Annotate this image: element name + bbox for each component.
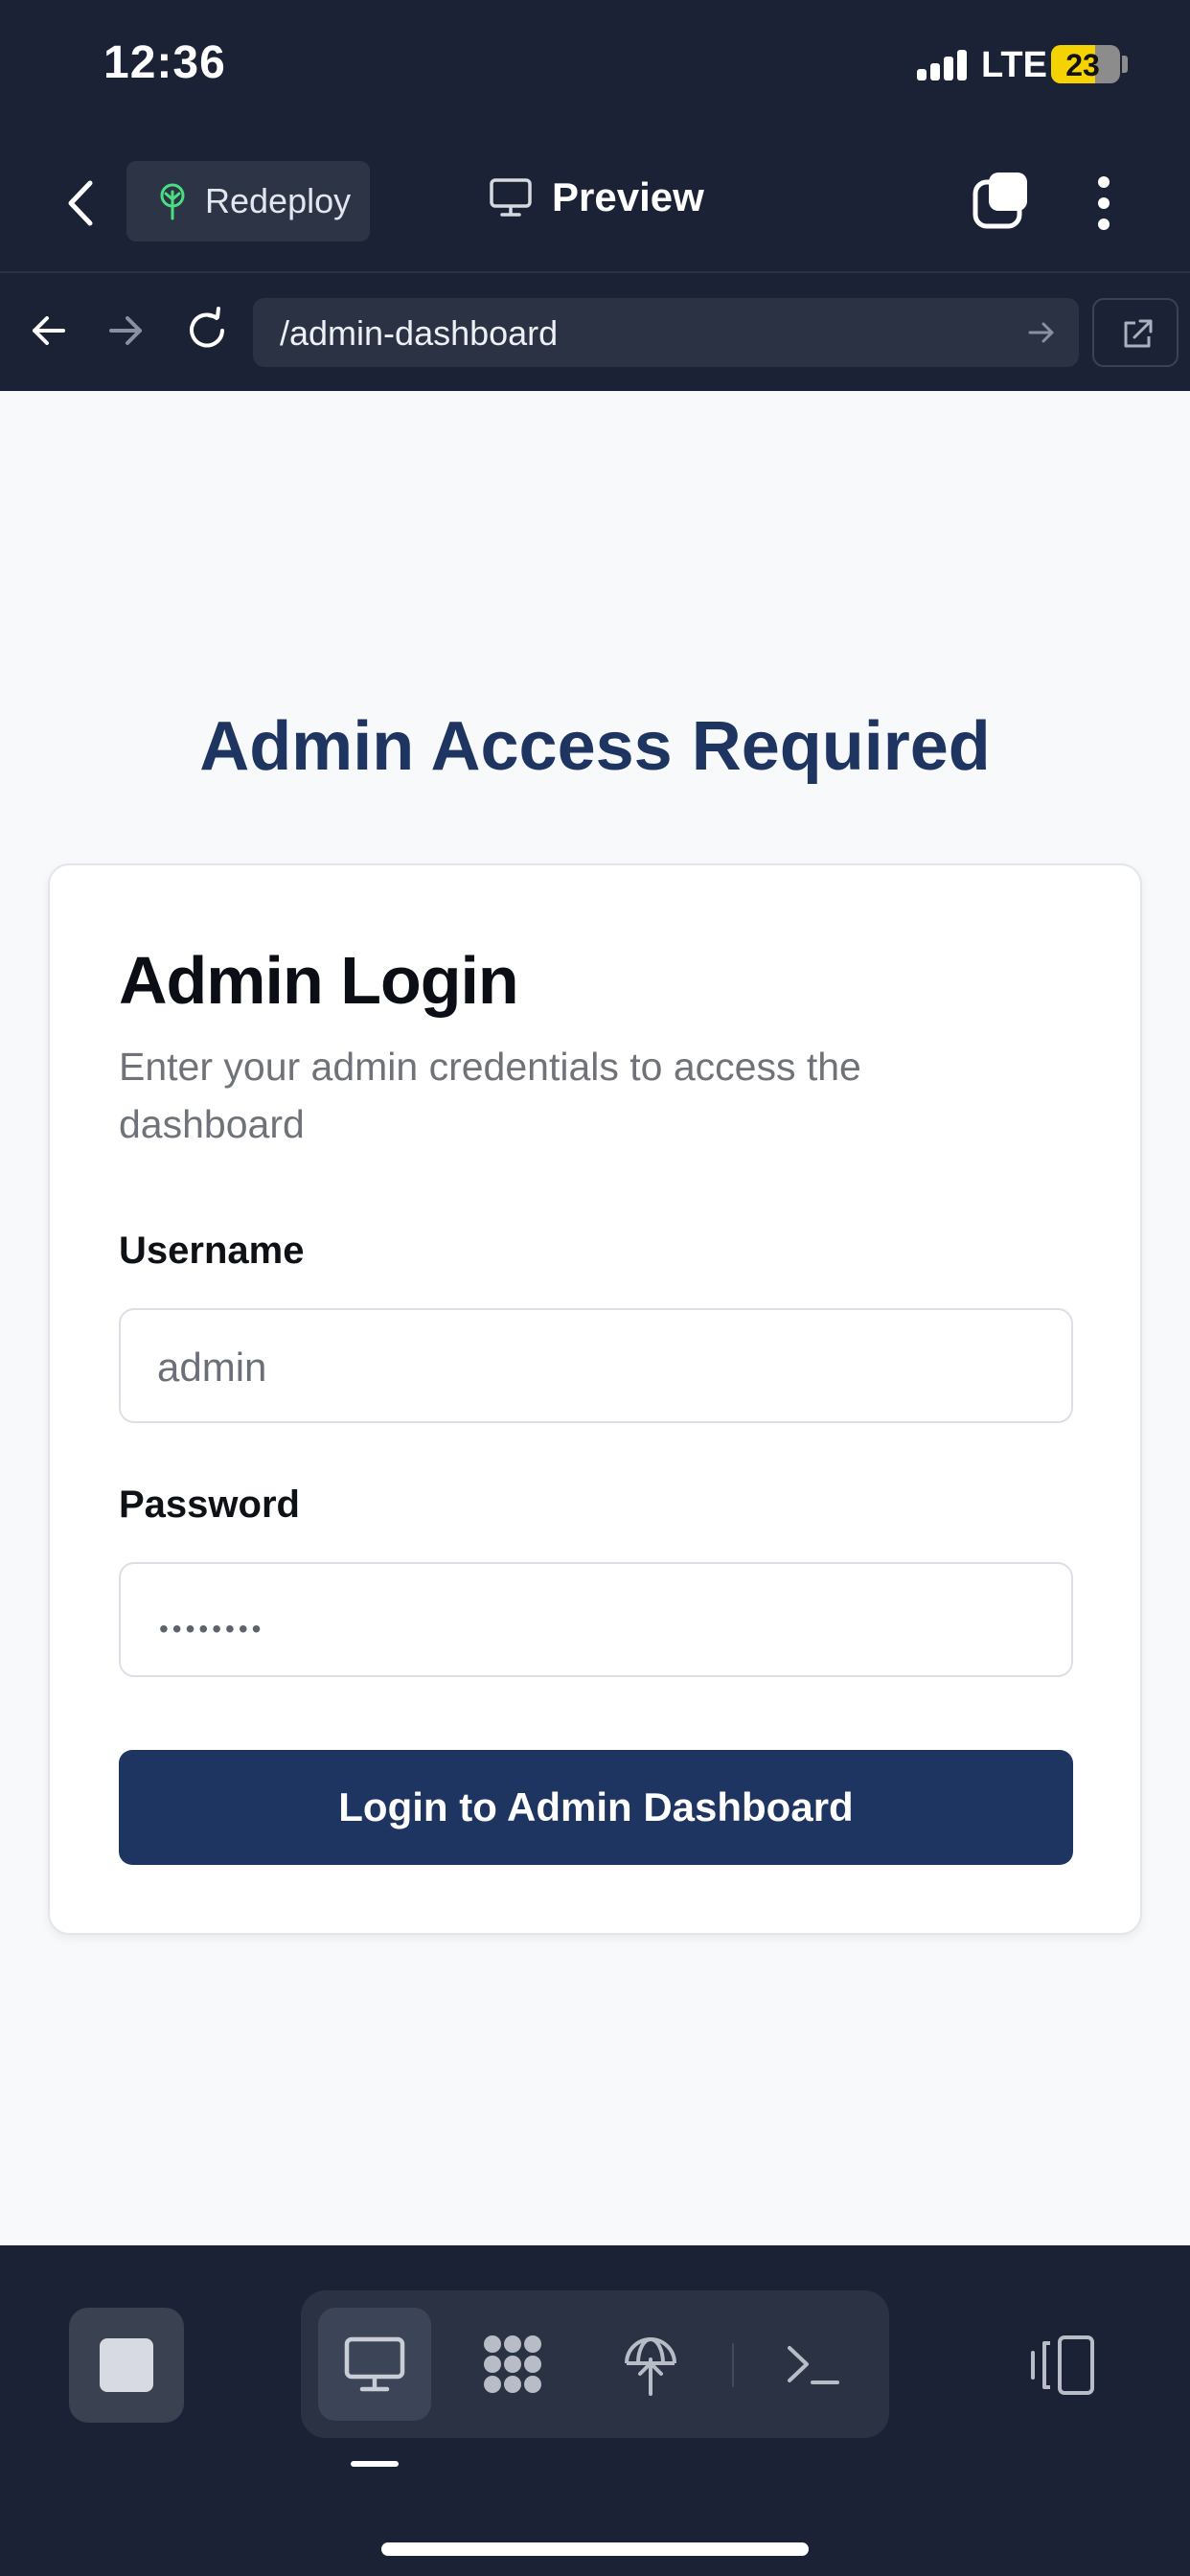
tool-deploy[interactable] xyxy=(594,2308,707,2421)
redeploy-button[interactable]: Redeploy xyxy=(126,161,370,242)
top-toolbar: Redeploy Preview xyxy=(0,134,1190,273)
stop-button[interactable] xyxy=(69,2308,184,2423)
terminal-icon xyxy=(788,2346,839,2384)
go-arrow-icon[interactable] xyxy=(1025,317,1058,348)
apps-grid-icon xyxy=(484,2335,541,2393)
device-frame-icon xyxy=(1031,2335,1094,2395)
password-field[interactable]: •••••••• xyxy=(119,1562,1073,1677)
username-label: Username xyxy=(119,1230,305,1272)
stop-icon xyxy=(100,2338,153,2392)
redeploy-label: Redeploy xyxy=(205,181,352,220)
url-text: /admin-dashboard xyxy=(280,313,559,353)
tool-divider xyxy=(732,2343,734,2387)
tool-apps[interactable] xyxy=(456,2308,569,2421)
arrow-left-icon[interactable] xyxy=(21,304,75,357)
url-bar-row: /admin-dashboard xyxy=(0,275,1190,391)
status-time: 12:36 xyxy=(103,37,226,88)
more-options-button[interactable] xyxy=(1087,172,1121,234)
tabs-button[interactable] xyxy=(972,171,1031,230)
battery-icon: 23 xyxy=(1051,45,1120,83)
tool-preview[interactable] xyxy=(318,2308,431,2421)
username-value: admin xyxy=(157,1345,267,1390)
battery-level: 23 xyxy=(1065,48,1100,82)
external-link-icon xyxy=(1124,319,1153,348)
login-card: Admin Login Enter your admin credentials… xyxy=(48,863,1142,1935)
status-bar: 12:36 LTE 23 xyxy=(0,0,1190,134)
tool-terminal[interactable] xyxy=(757,2308,870,2421)
monitor-icon xyxy=(344,2336,405,2392)
tree-icon xyxy=(160,183,185,220)
url-input[interactable]: /admin-dashboard xyxy=(253,298,1079,367)
username-field[interactable]: admin xyxy=(119,1308,1073,1423)
login-button-label: Login to Admin Dashboard xyxy=(338,1784,854,1829)
back-button[interactable] xyxy=(59,177,102,229)
monitor-icon xyxy=(490,178,532,217)
tool-switcher xyxy=(301,2290,889,2438)
page-title: Admin Access Required xyxy=(199,708,991,785)
refresh-icon[interactable] xyxy=(180,304,234,357)
arrow-right-icon[interactable] xyxy=(100,304,153,357)
battery-cap xyxy=(1122,56,1128,73)
home-indicator[interactable] xyxy=(381,2542,809,2556)
app-screen: 12:36 LTE 23 Redeploy Preview /admin-das… xyxy=(0,0,1190,2576)
card-description: Enter your admin credentials to access t… xyxy=(119,1045,861,1146)
login-button[interactable]: Login to Admin Dashboard xyxy=(119,1750,1073,1865)
chevron-left-icon xyxy=(68,180,93,226)
network-label: LTE xyxy=(981,45,1047,85)
password-masked: •••••••• xyxy=(159,1614,265,1644)
card-title: Admin Login xyxy=(119,943,519,1018)
password-label: Password xyxy=(119,1484,300,1526)
tabs-icon xyxy=(973,172,1027,229)
signal-icon xyxy=(917,50,967,80)
device-toggle-button[interactable] xyxy=(1025,2334,1098,2397)
active-tab-indicator xyxy=(351,2461,399,2467)
preview-viewport: Admin Access Required Admin Login Enter … xyxy=(0,391,1190,2245)
bottom-toolbar xyxy=(0,2245,1190,2576)
open-external-button[interactable] xyxy=(1092,298,1179,367)
deploy-globe-icon xyxy=(625,2337,676,2396)
preview-label: Preview xyxy=(552,174,704,219)
preview-tab[interactable]: Preview xyxy=(489,169,704,226)
